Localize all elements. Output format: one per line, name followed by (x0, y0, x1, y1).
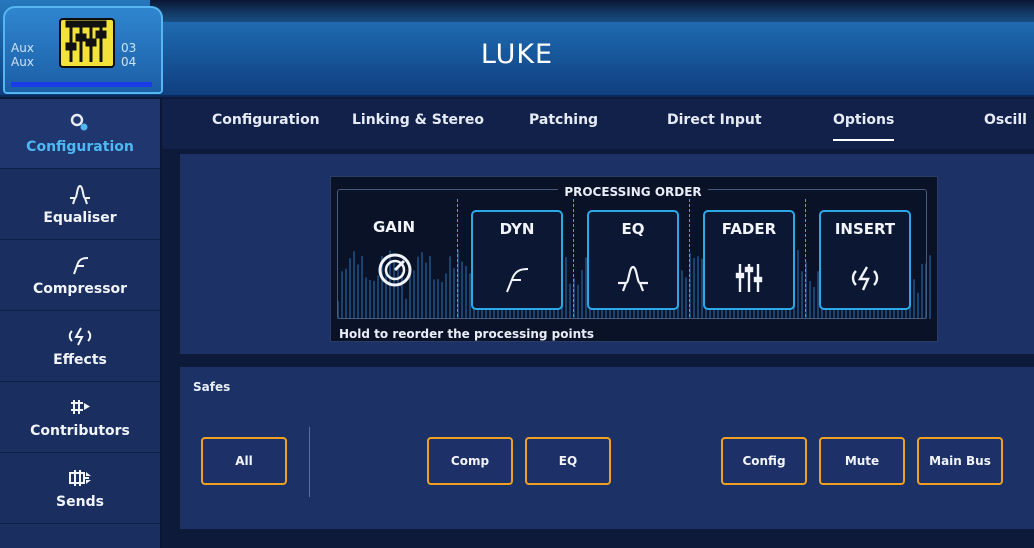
processing-separator (689, 199, 690, 317)
sidebar-item-label: Configuration (26, 139, 134, 155)
dyn-block[interactable]: DYN (471, 210, 563, 310)
safes-divider (309, 427, 310, 497)
tab-direct-input[interactable]: Direct Input (667, 99, 762, 145)
processing-order-title: PROCESSING ORDER (331, 181, 935, 200)
fader-block[interactable]: FADER (703, 210, 795, 310)
gain-block[interactable]: GAIN (339, 210, 449, 310)
header-bar: Aux Aux 03 04 LUKE (0, 0, 1034, 97)
tab-configuration[interactable]: Configuration (212, 99, 320, 145)
sidebar-item-label: Contributors (30, 423, 130, 439)
processing-order-panel: PROCESSING ORDER GAIN DYN EQ FADER INSER… (180, 154, 1034, 354)
insert-block[interactable]: INSERT (819, 210, 911, 310)
sends-icon (0, 466, 160, 490)
processing-order-hint: Hold to reorder the processing points (339, 327, 595, 341)
safe-comp-button[interactable]: Comp (427, 437, 513, 485)
sidebar-item-configuration[interactable]: Configuration (0, 99, 160, 169)
processing-order-box: PROCESSING ORDER GAIN DYN EQ FADER INSER… (330, 176, 938, 342)
safes-panel: Safes All Comp EQ Config Mute Main Bus (180, 367, 1034, 529)
sidebar-item-compressor[interactable]: Compressor (0, 241, 160, 311)
tab-options[interactable]: Options (833, 99, 895, 145)
fader-label: FADER (721, 220, 777, 238)
processing-separator (805, 199, 806, 317)
eq-label: EQ (621, 220, 645, 238)
tab-oscillator[interactable]: Oscill (984, 99, 1027, 145)
fader-icon (705, 260, 793, 296)
gain-knob-icon (377, 252, 413, 292)
sidebar-item-label: Compressor (32, 281, 128, 297)
insert-label: INSERT (834, 220, 896, 238)
effects-icon (0, 324, 160, 348)
tab-patching[interactable]: Patching (529, 99, 598, 145)
sidebar-item-label: Equaliser (43, 210, 117, 226)
channel-name-title: LUKE (480, 39, 554, 70)
insert-icon (821, 260, 909, 296)
eq-block[interactable]: EQ (587, 210, 679, 310)
sidebar-item-label: Sends (56, 494, 104, 510)
sidebar-item-equaliser[interactable]: Equaliser (0, 170, 160, 240)
safe-mute-button[interactable]: Mute (819, 437, 905, 485)
safe-config-button[interactable]: Config (721, 437, 807, 485)
eq-curve-icon (589, 260, 677, 296)
contributors-icon (0, 395, 160, 419)
gain-label: GAIN (372, 218, 416, 236)
sidebar: Configuration Equaliser Compressor Effec… (0, 99, 162, 548)
safes-title: Safes (193, 380, 231, 394)
sidebar-item-sends[interactable]: Sends (0, 454, 160, 524)
options-content: PROCESSING ORDER GAIN DYN EQ FADER INSER… (162, 149, 1034, 548)
compressor-curve-icon (0, 253, 160, 277)
options-tab-bar: Configuration Linking & Stereo Patching … (162, 99, 1034, 149)
safe-main-bus-button[interactable]: Main Bus (917, 437, 1003, 485)
dynamics-curve-icon (473, 260, 561, 296)
safe-eq-button[interactable]: EQ (525, 437, 611, 485)
processing-separator (573, 199, 574, 317)
dyn-label: DYN (499, 220, 535, 238)
sidebar-item-effects[interactable]: Effects (0, 312, 160, 382)
configuration-gear-icon (0, 111, 160, 135)
eq-curve-icon (0, 182, 160, 206)
sidebar-item-contributors[interactable]: Contributors (0, 383, 160, 453)
processing-separator (457, 199, 458, 317)
sidebar-item-label: Effects (53, 352, 107, 368)
safe-all-button[interactable]: All (201, 437, 287, 485)
tab-linking-stereo[interactable]: Linking & Stereo (352, 99, 484, 145)
